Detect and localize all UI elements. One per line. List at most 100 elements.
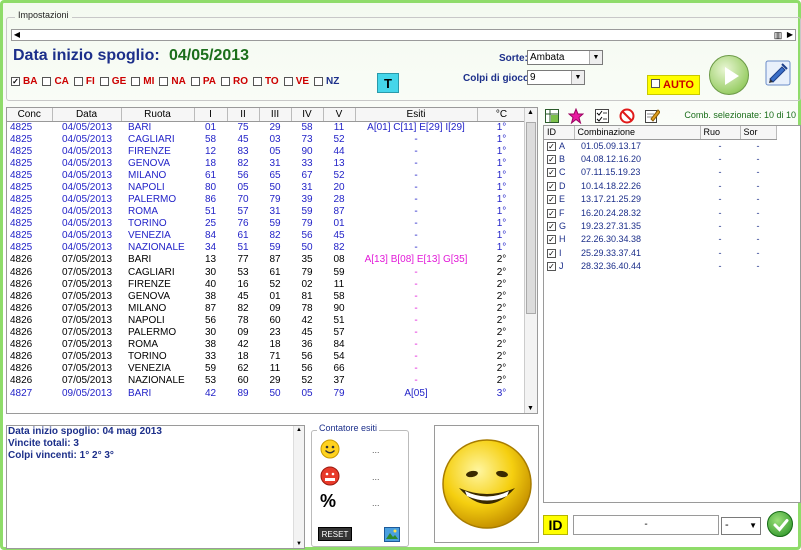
play-button[interactable] — [709, 55, 749, 95]
combinations-grid[interactable]: ID Combinazione Ruo Sor ✓ A 01.05.09.13.17- - ✓… — [543, 125, 801, 503]
results-grid[interactable]: Conc Data Ruota I II III IV V Esiti °C 4825 04/05/… — [6, 107, 538, 414]
summary-textbox[interactable]: Data inizio spoglio: 04 mag 2013 Vincite… — [6, 425, 305, 549]
checkbox-icon[interactable]: ✓ — [547, 262, 556, 272]
wheel-checkbox-ca[interactable]: CA — [42, 76, 69, 87]
wheel-checkbox-fi[interactable]: FI — [73, 76, 95, 87]
grid-column-header[interactable]: IV — [291, 108, 324, 122]
checkbox-icon[interactable] — [283, 77, 293, 86]
horizontal-scrollbar[interactable]: ◀ ▥ ▶ — [11, 29, 796, 41]
list-item[interactable]: ✓ I 25.29.33.37.41 - - — [544, 246, 776, 259]
checkbox-icon[interactable]: ✓ — [547, 248, 556, 258]
confirm-button[interactable] — [767, 511, 793, 537]
table-row[interactable]: 4825 04/05/2013 BARI 01 75 29 58 11 A[01] C[11] … — [7, 121, 526, 134]
table-view-icon[interactable] — [545, 109, 559, 123]
table-row[interactable]: 4825 04/05/2013 GENOVA 18 82 31 33 13 - 1° — [7, 158, 526, 170]
scroll-grip-icon[interactable]: ▥ — [773, 30, 783, 40]
grid-column-header[interactable]: Esiti — [355, 108, 478, 122]
table-row[interactable]: 4826 07/05/2013 PALERMO 30 09 23 45 57 - 2° — [7, 327, 526, 339]
list-item[interactable]: ✓ C 07.11.15.19.23 - - — [544, 166, 776, 179]
list-item[interactable]: ✓ G 19.23.27.31.35 - - — [544, 219, 776, 232]
list-item[interactable]: ✓ A 01.05.09.13.17 - - — [544, 139, 776, 152]
grid-vertical-scrollbar[interactable]: ▲ ▼ — [524, 108, 537, 413]
table-row[interactable]: 4826 07/05/2013 BARI 13 77 87 35 08 A[13] B[08] … — [7, 254, 526, 266]
table-row[interactable]: 4825 04/05/2013 ROMA 51 57 31 59 87 - 1° — [7, 206, 526, 218]
date-start-value[interactable]: 04/05/2013 — [169, 47, 249, 65]
chevron-down-icon[interactable]: ▼ — [589, 51, 602, 64]
table-row[interactable]: 4827 09/05/2013 BARI 42 89 50 05 79 A[05] 3° — [7, 387, 526, 399]
table-row[interactable]: 4826 07/05/2013 FIRENZE 40 16 52 02 11 - 2° — [7, 279, 526, 291]
table-row[interactable]: 4826 07/05/2013 CAGLIARI 30 53 61 79 59 - 2° — [7, 267, 526, 279]
list-item[interactable]: ✓ H 22.26.30.34.38 - - — [544, 233, 776, 246]
wheel-checkbox-na[interactable]: NA — [159, 76, 186, 87]
list-item[interactable]: ✓ D 10.14.18.22.26 - - — [544, 179, 776, 192]
colpi-select[interactable]: 9 ▼ — [527, 70, 585, 85]
list-item[interactable]: ✓ E 13.17.21.25.29 - - — [544, 193, 776, 206]
wheel-checkbox-ba[interactable]: ✓ BA — [11, 76, 37, 87]
combinations-column-header[interactable]: ID — [544, 126, 575, 140]
grid-column-header[interactable]: Conc — [7, 108, 53, 122]
id-input[interactable]: - — [573, 515, 719, 535]
wheel-checkbox-to[interactable]: TO — [252, 76, 279, 87]
table-row[interactable]: 4826 07/05/2013 TORINO 33 18 71 56 54 - 2° — [7, 351, 526, 363]
table-row[interactable]: 4825 04/05/2013 FIRENZE 12 83 05 90 44 - 1° — [7, 146, 526, 158]
table-row[interactable]: 4826 07/05/2013 ROMA 38 42 18 36 84 - 2° — [7, 339, 526, 351]
checkbox-icon[interactable] — [159, 77, 169, 86]
checkbox-icon[interactable] — [190, 77, 200, 86]
combinations-column-header[interactable]: Ruo — [700, 126, 741, 140]
table-row[interactable]: 4825 04/05/2013 VENEZIA 84 61 82 56 45 - 1° — [7, 230, 526, 242]
scroll-right-icon[interactable]: ▶ — [785, 30, 795, 40]
checkbox-icon[interactable]: ✓ — [547, 195, 556, 205]
chevron-down-icon[interactable]: ▼ — [571, 71, 584, 84]
wheel-checkbox-mi[interactable]: MI — [131, 76, 154, 87]
table-row[interactable]: 4826 07/05/2013 NAZIONALE 53 60 29 52 37 - 2° — [7, 375, 526, 387]
grid-scroll-thumb[interactable] — [526, 122, 536, 314]
checkbox-icon[interactable] — [131, 77, 141, 86]
wheel-checkbox-pa[interactable]: PA — [190, 76, 216, 87]
summary-scrollbar[interactable]: ▲ ▼ — [293, 426, 304, 548]
checkbox-icon[interactable] — [314, 77, 324, 86]
checkbox-icon[interactable]: ✓ — [547, 168, 556, 178]
auto-checkbox[interactable]: AUTO — [647, 75, 700, 95]
checkbox-icon[interactable]: ✓ — [11, 77, 20, 86]
list-item[interactable]: ✓ J 28.32.36.40.44 - - — [544, 260, 776, 273]
wheel-checkbox-ve[interactable]: VE — [283, 76, 309, 87]
table-row[interactable]: 4826 07/05/2013 NAPOLI 56 78 60 42 51 - 2° — [7, 315, 526, 327]
combinations-column-header[interactable]: Combinazione — [574, 126, 701, 140]
table-row[interactable]: 4825 04/05/2013 NAPOLI 80 05 50 31 20 - 1° — [7, 182, 526, 194]
combinations-column-header[interactable]: Sor — [740, 126, 777, 140]
scroll-up-icon[interactable]: ▲ — [296, 427, 302, 433]
image-icon[interactable] — [384, 527, 400, 542]
edit-tool-icon[interactable] — [765, 60, 791, 86]
grid-column-header[interactable]: II — [227, 108, 260, 122]
table-row[interactable]: 4826 07/05/2013 VENEZIA 59 62 11 56 66 - 2° — [7, 363, 526, 375]
grid-column-header[interactable]: III — [259, 108, 292, 122]
t-button[interactable]: T — [377, 73, 399, 93]
grid-column-header[interactable]: I — [194, 108, 228, 122]
checkbox-icon[interactable]: ✓ — [547, 155, 556, 165]
grid-column-header[interactable]: Ruota — [121, 108, 195, 122]
checkbox-icon[interactable] — [73, 77, 83, 86]
checkbox-icon[interactable] — [99, 77, 109, 86]
id-select[interactable]: - ▼ — [721, 517, 761, 535]
scroll-down-icon[interactable]: ▼ — [527, 405, 534, 412]
checkbox-icon[interactable] — [220, 77, 230, 86]
checkbox-icon[interactable]: ✓ — [547, 222, 556, 232]
table-row[interactable]: 4826 07/05/2013 GENOVA 38 45 01 81 58 - 2° — [7, 291, 526, 303]
reset-button[interactable]: RESET — [318, 527, 352, 541]
table-row[interactable]: 4825 04/05/2013 MILANO 61 56 65 67 52 - 1° — [7, 170, 526, 182]
checklist-icon[interactable] — [595, 109, 609, 123]
wheel-checkbox-nz[interactable]: NZ — [314, 76, 339, 87]
checkbox-icon[interactable]: ✓ — [547, 181, 556, 191]
chevron-down-icon[interactable]: ▼ — [749, 521, 757, 530]
table-row[interactable]: 4825 04/05/2013 CAGLIARI 58 45 03 73 52 - 1° — [7, 134, 526, 146]
wheel-checkbox-ro[interactable]: RO — [220, 76, 248, 87]
table-row[interactable]: 4825 04/05/2013 TORINO 25 76 59 79 01 - 1° — [7, 218, 526, 230]
checkbox-icon[interactable]: ✓ — [547, 235, 556, 245]
deselect-icon[interactable] — [619, 108, 635, 124]
star-icon[interactable] — [568, 108, 584, 124]
checkbox-icon[interactable] — [42, 77, 52, 86]
table-row[interactable]: 4826 07/05/2013 MILANO 87 82 09 78 90 - 2° — [7, 303, 526, 315]
checkbox-icon[interactable]: ✓ — [547, 141, 556, 151]
sorte-select[interactable]: Ambata ▼ — [527, 50, 603, 65]
grid-column-header[interactable]: Data — [52, 108, 122, 122]
